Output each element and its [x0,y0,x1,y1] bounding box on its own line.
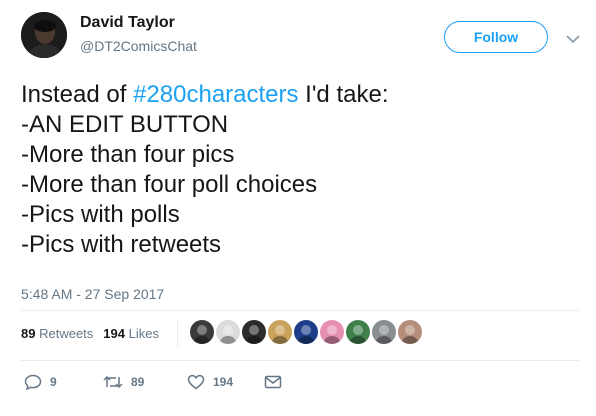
avatar-green-character[interactable] [346,320,370,344]
retweet-icon [103,375,123,389]
heart-icon [187,374,205,390]
like-action[interactable]: 194 [187,374,233,390]
stats-separator [177,320,178,348]
avatar-dark-figure[interactable] [190,320,214,344]
retweet-count: 89 [131,375,145,389]
avatar[interactable] [21,12,67,58]
chevron-down-icon[interactable] [566,31,580,44]
tweet-stats: 89 Retweets 194 Likes [21,326,169,341]
likes-label: Likes [128,326,159,341]
tweet-line: Instead of #280characters I'd take: [21,80,581,110]
hashtag-link[interactable]: #280characters [133,81,298,108]
reply-action[interactable]: 9 [24,374,57,390]
divider [21,310,579,311]
avatar-grey-portrait[interactable] [372,320,396,344]
tweet-text-segment: I'd take: [298,81,389,108]
avatar-sketch-face[interactable] [216,320,240,344]
reply-count: 9 [50,375,57,389]
tweet-text: Instead of #280characters I'd take: -AN … [21,80,581,260]
avatar-stack-yellow[interactable] [268,320,292,344]
user-avatar-image [21,12,67,58]
avatar-superhero-badge[interactable] [294,320,318,344]
direct-message-action[interactable] [264,374,282,390]
tweet-line: -Pics with polls [21,201,180,228]
likes-stat[interactable]: 194 Likes [103,326,159,341]
envelope-icon [264,375,282,389]
reply-icon [24,374,42,390]
avatar-dark-portrait[interactable] [242,320,266,344]
divider [21,360,579,361]
tweet-timestamp[interactable]: 5:48 AM - 27 Sep 2017 [21,286,164,302]
tweet-text-segment: Instead of [21,81,134,108]
follow-button[interactable]: Follow [444,21,548,53]
retweets-count: 89 [21,326,36,341]
user-handle[interactable]: @DT2ComicsChat [80,38,197,54]
avatar-pink-character[interactable] [320,320,344,344]
tweet-line: -AN EDIT BUTTON [21,111,229,138]
likes-count: 194 [103,326,125,341]
tweet-line: -More than four pics [21,141,235,168]
avatar-woman-portrait[interactable] [398,320,422,344]
tweet-line: -More than four poll choices [21,171,318,198]
display-name[interactable]: David Taylor [80,14,175,32]
retweet-action[interactable]: 89 [103,374,144,390]
like-count: 194 [213,375,234,389]
retweets-stat[interactable]: 89 Retweets [21,326,93,341]
liker-avatars [190,320,424,344]
retweets-label: Retweets [39,326,94,341]
tweet-line: -Pics with retweets [21,231,222,258]
